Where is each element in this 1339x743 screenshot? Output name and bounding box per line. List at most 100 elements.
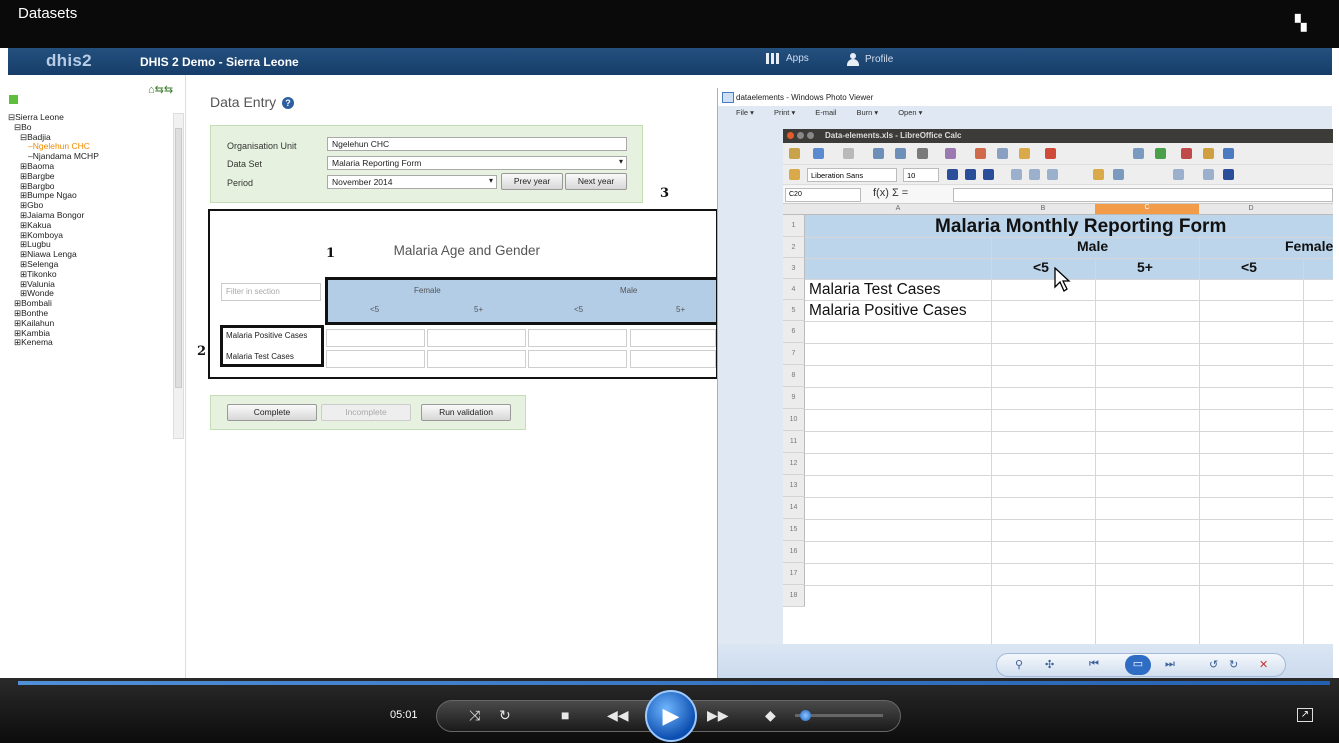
spellcheck-icon	[945, 148, 956, 159]
tree-item[interactable]: ⊞Kenema	[8, 337, 99, 348]
sheet-female: Female	[1285, 238, 1334, 254]
gridline	[991, 237, 992, 671]
calc-standard-toolbar	[783, 143, 1333, 165]
gridline	[805, 387, 1333, 388]
undo-icon	[1045, 148, 1056, 159]
row-header: 17	[783, 563, 805, 585]
seek-bar[interactable]	[18, 681, 1330, 685]
section-annotation-box: Malaria Age and Gender Filter in section…	[208, 209, 719, 379]
chart-icon	[1133, 148, 1144, 159]
slideshow-icon[interactable]: ▭	[1125, 655, 1151, 675]
formula-input	[953, 188, 1333, 202]
fullscreen-toggle-icon[interactable]: ▚	[1295, 16, 1313, 32]
prev-year-button[interactable]: Prev year	[501, 173, 563, 190]
row-header: 6	[783, 321, 805, 343]
row-header: 1	[783, 215, 805, 237]
value-input[interactable]	[427, 350, 526, 368]
next-year-button[interactable]: Next year	[565, 173, 627, 190]
profile-menu[interactable]: Profile	[846, 53, 893, 66]
delete-icon[interactable]: ✕	[1259, 658, 1268, 671]
export-icon	[895, 148, 906, 159]
sort-icon	[1155, 148, 1166, 159]
zoom-icon[interactable]: ⚲	[1015, 658, 1023, 671]
rotate-cw-icon[interactable]: ↻	[1229, 658, 1238, 671]
gridline	[1199, 237, 1200, 671]
previous-icon[interactable]: ◀◀	[607, 707, 629, 724]
tree-status-icon	[9, 95, 18, 104]
previous-icon[interactable]: ⏮	[1089, 658, 1099, 671]
menu-open[interactable]: Open ▾	[898, 108, 922, 117]
next-icon[interactable]: ⏭	[1165, 658, 1175, 671]
value-input[interactable]	[326, 350, 425, 368]
rotate-ccw-icon[interactable]: ↺	[1209, 658, 1218, 671]
sheet-grid: 1 2 3 4 5 6 7 8 9 10 11 12 13 14 15 16 1…	[783, 215, 1334, 692]
repeat-icon[interactable]: ↻	[499, 707, 511, 724]
mute-icon[interactable]: ◆	[765, 707, 776, 724]
run-validation-button[interactable]: Run validation	[421, 404, 511, 421]
org-unit-field[interactable]: Ngelehun CHC	[327, 137, 627, 151]
stop-icon[interactable]: ■	[561, 707, 569, 723]
sheet-row-label: Malaria Positive Cases	[809, 302, 967, 319]
complete-button[interactable]: Complete	[227, 404, 317, 421]
value-input[interactable]	[630, 350, 716, 368]
value-input[interactable]	[427, 329, 526, 347]
row-header: 4	[783, 279, 805, 300]
play-button[interactable]: ▶	[645, 690, 697, 742]
row-header: 11	[783, 431, 805, 453]
actual-size-icon[interactable]: ✣	[1045, 658, 1054, 671]
data-set-label: Data Set	[227, 159, 263, 169]
incomplete-button[interactable]: Incomplete	[321, 404, 411, 421]
window-titlebar: Datasets ▚	[0, 0, 1339, 48]
apps-menu[interactable]: Apps	[766, 53, 809, 64]
help-icon[interactable]: ?	[282, 97, 295, 109]
sheet-sub: <5	[1033, 259, 1049, 275]
col-header: D	[1248, 205, 1254, 212]
menu-file[interactable]: File ▾	[736, 108, 754, 117]
filter-section-input[interactable]: Filter in section	[221, 283, 321, 301]
col-header-active: C	[1095, 204, 1199, 214]
gridline	[805, 409, 1333, 410]
playback-time: 05:01	[390, 709, 418, 721]
dhis2-header: dhis2 DHIS 2 Demo - Sierra Leone Apps Pr…	[8, 48, 1332, 75]
annotation-1: 1	[326, 246, 336, 261]
value-input[interactable]	[528, 329, 627, 347]
apps-grid-icon	[766, 53, 781, 64]
col-header: A	[895, 205, 901, 212]
switch-to-now-playing-icon[interactable]: ↗	[1297, 708, 1313, 722]
volume-knob[interactable]	[800, 710, 811, 721]
align-left-icon	[1011, 169, 1022, 180]
menu-burn[interactable]: Burn ▾	[856, 108, 878, 117]
dhis2-logo[interactable]: dhis2	[46, 51, 92, 71]
menu-email[interactable]: E-mail	[815, 108, 836, 117]
italic-icon	[965, 169, 976, 180]
row-header: 8	[783, 365, 805, 387]
function-wizard-icons: f(x) Σ =	[873, 187, 909, 199]
font-name-box: Liberation Sans	[807, 168, 897, 182]
data-set-select[interactable]: Malaria Reporting Form	[327, 156, 627, 170]
value-input[interactable]	[326, 329, 425, 347]
scrollbar-thumb[interactable]	[175, 128, 182, 388]
shuffle-icon[interactable]: ⤨	[469, 707, 480, 724]
filter-icon	[1181, 148, 1192, 159]
row-header: 3	[783, 258, 805, 279]
close-icon	[787, 132, 794, 139]
edit-icon	[873, 148, 884, 159]
gridline	[805, 365, 1333, 366]
align-right-icon	[1047, 169, 1058, 180]
value-input[interactable]	[528, 350, 627, 368]
spreadsheet-image: Data-elements.xls - LibreOffice Calc Lib…	[783, 129, 1334, 692]
value-input[interactable]	[630, 329, 716, 347]
org-unit-tree: ⊟Sierra Leone ⊟Bo ⊟Badjia –Ngelehun CHC …	[8, 112, 99, 348]
open-icon	[813, 148, 824, 159]
gridline	[805, 431, 1333, 432]
tree-scrollbar[interactable]	[173, 113, 184, 439]
print-icon	[917, 148, 928, 159]
app-title: DHIS 2 Demo - Sierra Leone	[140, 55, 299, 69]
menu-print[interactable]: Print ▾	[774, 108, 795, 117]
period-select[interactable]: November 2014	[327, 175, 497, 189]
header-male: Male	[620, 286, 638, 295]
tree-toolbar-icons[interactable]: ⌂⇆⇆	[148, 83, 173, 96]
gridline	[805, 541, 1333, 542]
header-sub: 5+	[474, 305, 484, 314]
next-icon[interactable]: ▶▶	[707, 707, 729, 724]
